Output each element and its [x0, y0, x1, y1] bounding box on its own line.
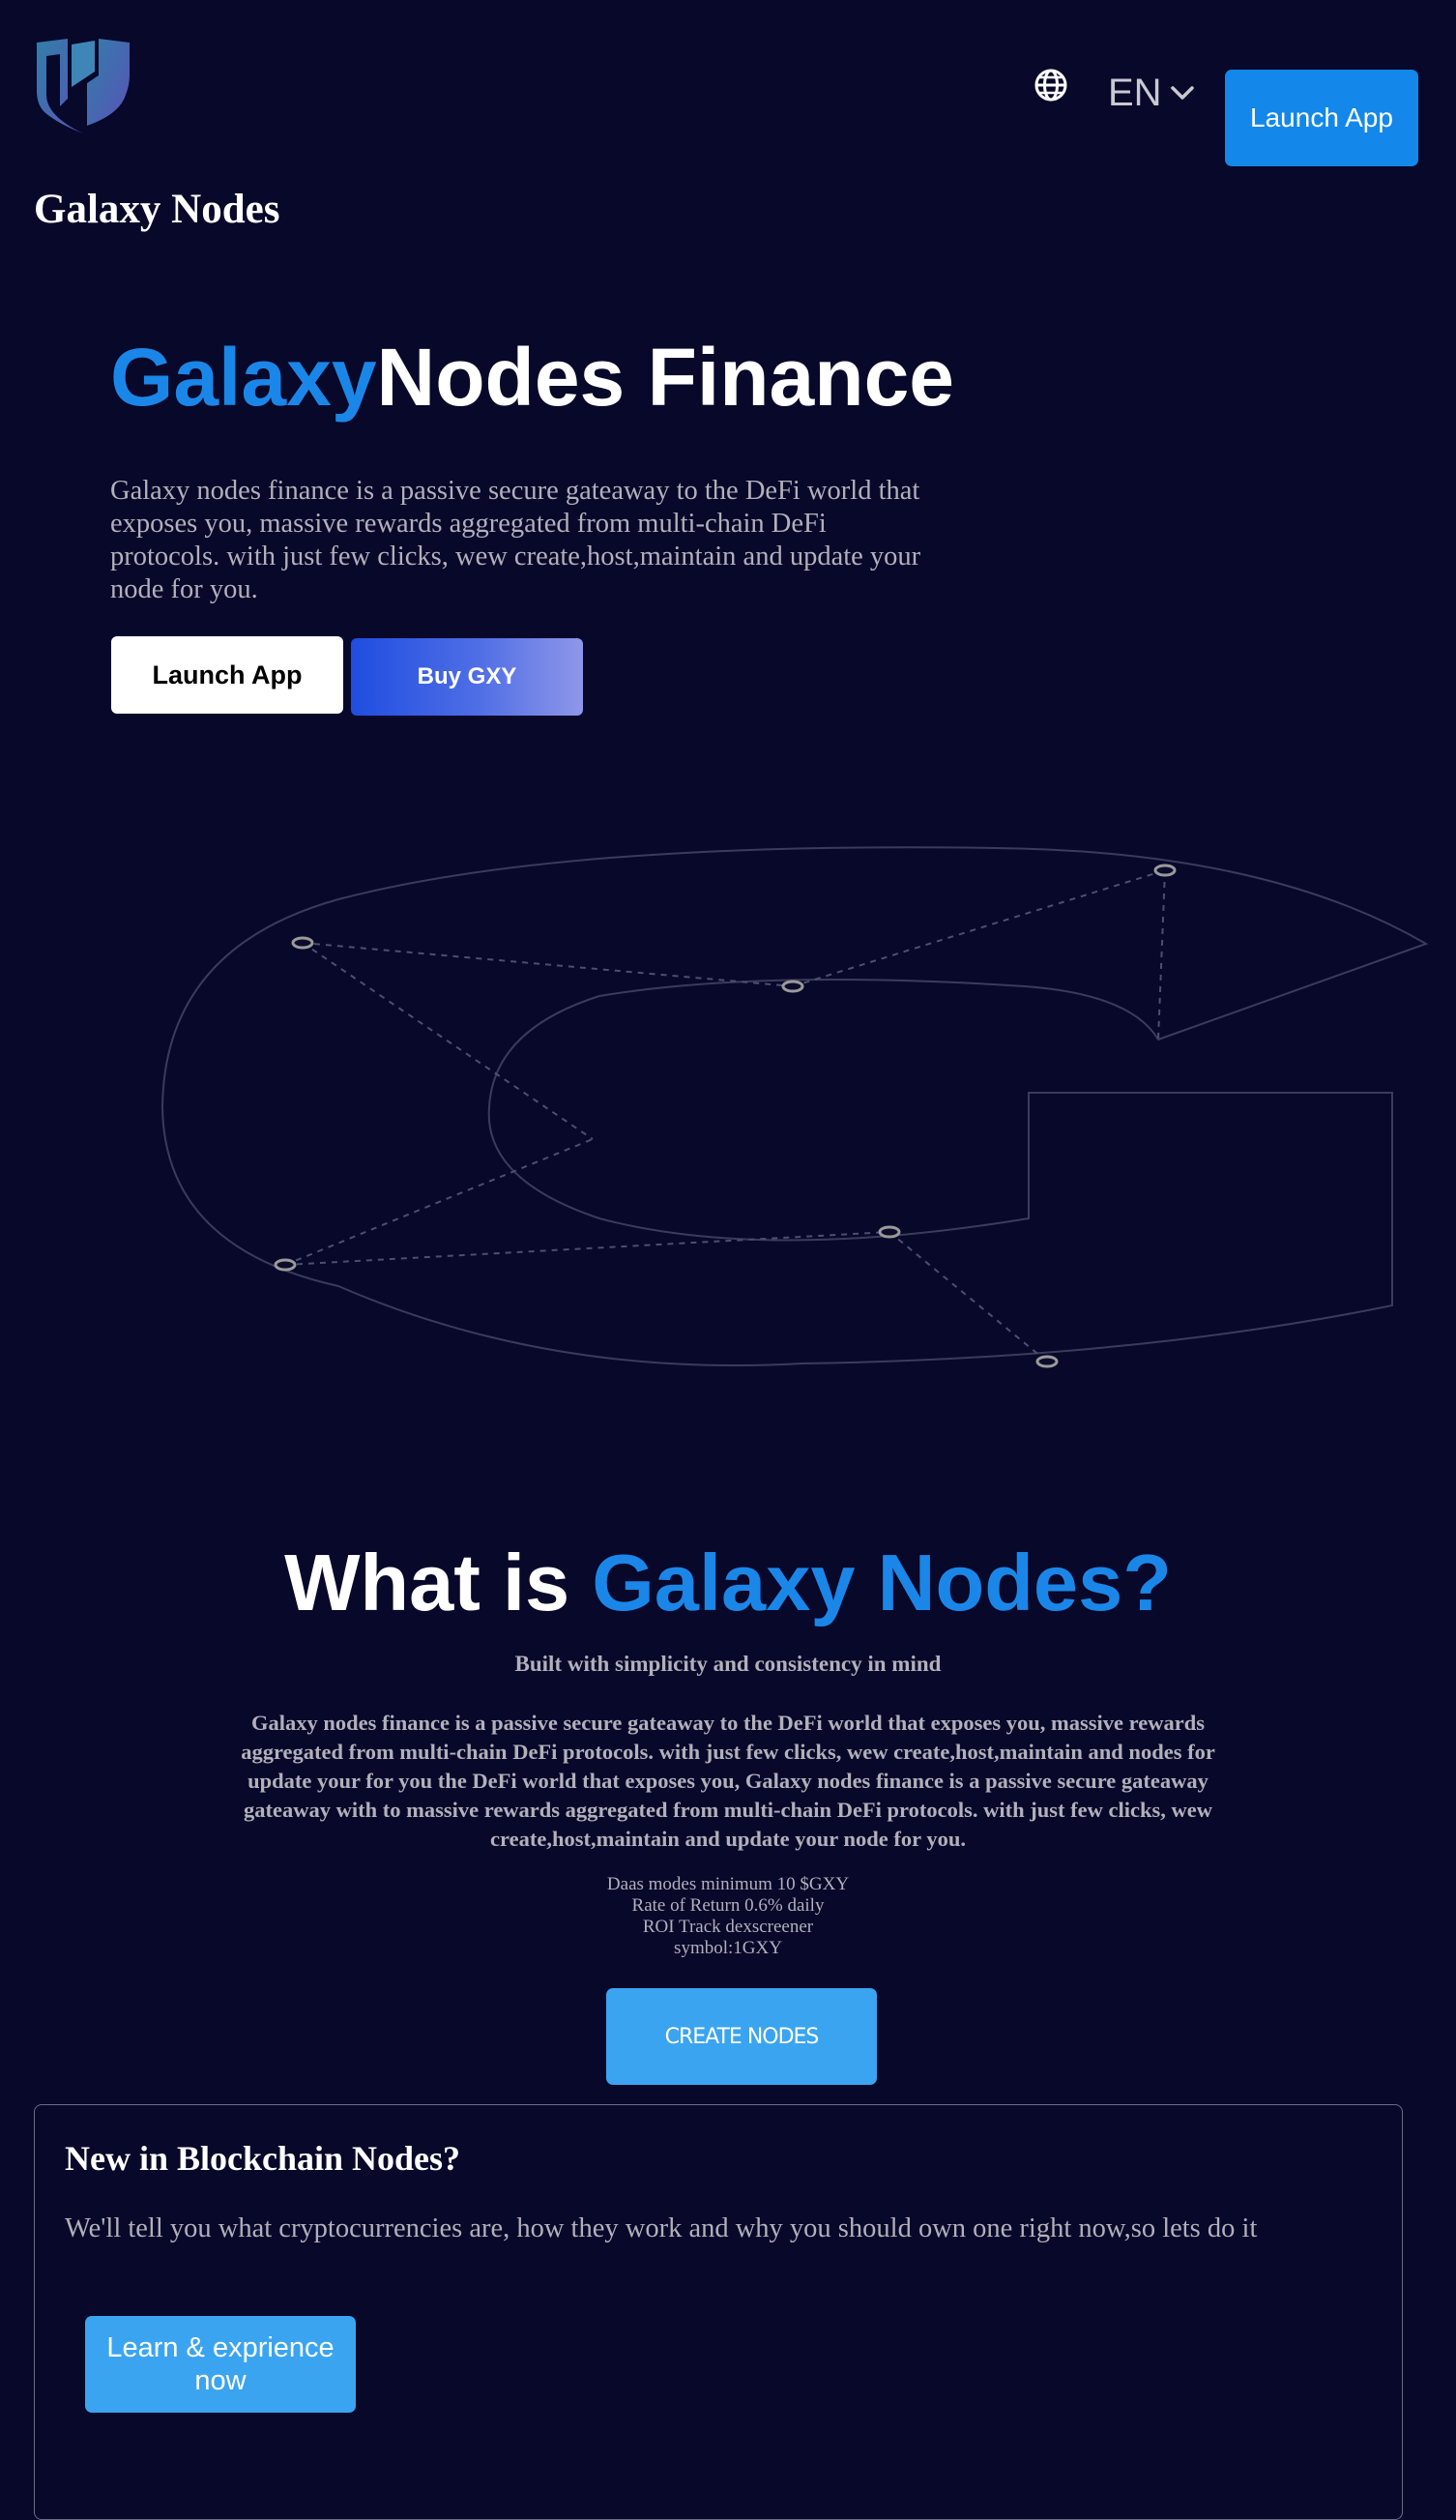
hero-title: GalaxyNodes Finance — [110, 329, 954, 425]
create-nodes-button[interactable]: CREATE NODES — [606, 1988, 877, 2085]
galaxy-g-network-illustration — [160, 846, 1429, 1368]
about-title-prefix: What is — [284, 1538, 593, 1627]
learn-experience-button[interactable]: Learn & exprience now — [85, 2316, 356, 2413]
about-description: Galaxy nodes finance is a passive secure… — [241, 1711, 1215, 1851]
stat-roi-track: ROI Track dexscreener — [642, 1917, 814, 1937]
card-description: We'll tell you what cryptocurrencies are… — [65, 2213, 1258, 2243]
hero-description: Galaxy nodes finance is a passive secure… — [110, 476, 921, 604]
header-launch-app-button[interactable]: Launch App — [1225, 70, 1418, 166]
hero-launch-app-button[interactable]: Launch App — [111, 636, 343, 714]
chevron-down-icon — [1170, 86, 1194, 100]
stat-minimum: Daas modes minimum 10 $GXY — [606, 1874, 850, 1894]
language-selector[interactable]: EN — [1108, 68, 1195, 118]
language-code: EN — [1108, 72, 1162, 114]
shield-logo-icon[interactable] — [33, 37, 133, 137]
brand-name: Galaxy Nodes — [34, 187, 280, 232]
stat-rate-of-return: Rate of Return 0.6% daily — [631, 1895, 825, 1916]
buy-gxy-button[interactable]: Buy GXY — [351, 638, 583, 716]
about-title: What is Galaxy Nodes? — [0, 1535, 1456, 1631]
new-in-blockchain-card: New in Blockchain Nodes? We'll tell you … — [34, 2104, 1403, 2520]
stat-symbol: symbol:1GXY — [674, 1938, 782, 1958]
about-subtitle: Built with simplicity and consistency in… — [514, 1652, 942, 1676]
card-title: New in Blockchain Nodes? — [65, 2139, 461, 2178]
hero-title-accent: Galaxy — [110, 332, 377, 423]
globe-icon[interactable] — [1034, 68, 1068, 103]
about-title-accent: Galaxy Nodes? — [592, 1538, 1172, 1627]
node-stats: Daas modes minimum 10 $GXY Rate of Retur… — [0, 1874, 1456, 1959]
hero-title-rest: Nodes Finance — [376, 332, 955, 423]
